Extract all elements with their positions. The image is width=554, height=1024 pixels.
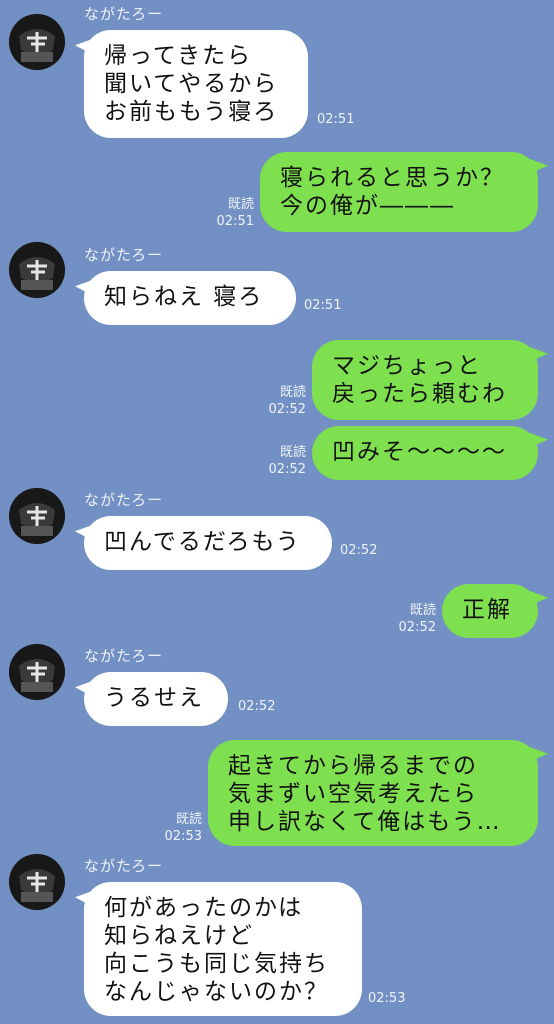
message-bubble[interactable]: うるせえ [84, 672, 228, 726]
message-bubble[interactable]: 寝られると思うか？ 今の俺が――― [260, 152, 538, 232]
timestamp: 02:51 [304, 298, 342, 313]
avatar[interactable] [9, 14, 65, 70]
timestamp: 02:51 [216, 214, 254, 229]
read-status: 既読 [175, 812, 202, 827]
sender-name: ながたろー [84, 491, 164, 509]
message-bubble[interactable]: 正解 [442, 584, 538, 638]
sender-name: ながたろー [84, 5, 164, 23]
avatar[interactable] [9, 488, 65, 544]
timestamp: 02:52 [340, 543, 378, 558]
read-status: 既読 [409, 603, 436, 618]
message-bubble[interactable]: 知らねえ 寝ろ [84, 271, 296, 325]
message-bubble[interactable]: 起きてから帰るまでの 気まずい空気考えたら 申し訳なくて俺はもう… [208, 740, 538, 846]
timestamp: 02:52 [238, 699, 276, 714]
read-status: 既読 [279, 445, 306, 460]
timestamp: 02:53 [164, 829, 202, 844]
avatar[interactable] [9, 644, 65, 700]
avatar[interactable] [9, 242, 65, 298]
message-bubble[interactable]: 何があったのかは 知らねえけど 向こうも同じ気持ち なんじゃないのか？ [84, 882, 362, 1016]
sender-name: ながたろー [84, 647, 164, 665]
message-bubble[interactable]: 凹んでるだろもう [84, 516, 332, 570]
sender-name: ながたろー [84, 246, 164, 264]
timestamp: 02:52 [268, 462, 306, 477]
timestamp: 02:53 [368, 991, 406, 1006]
message-bubble[interactable]: 凹みそ〜〜〜〜 [312, 426, 538, 480]
timestamp: 02:52 [398, 620, 436, 635]
read-status: 既読 [279, 385, 306, 400]
message-bubble[interactable]: マジちょっと 戻ったら頼むわ [312, 340, 538, 420]
timestamp: 02:51 [317, 112, 355, 127]
read-status: 既読 [227, 197, 254, 212]
sender-name: ながたろー [84, 857, 164, 875]
timestamp: 02:52 [268, 402, 306, 417]
message-bubble[interactable]: 帰ってきたら 聞いてやるから お前ももう寝ろ [84, 30, 308, 138]
avatar[interactable] [9, 854, 65, 910]
